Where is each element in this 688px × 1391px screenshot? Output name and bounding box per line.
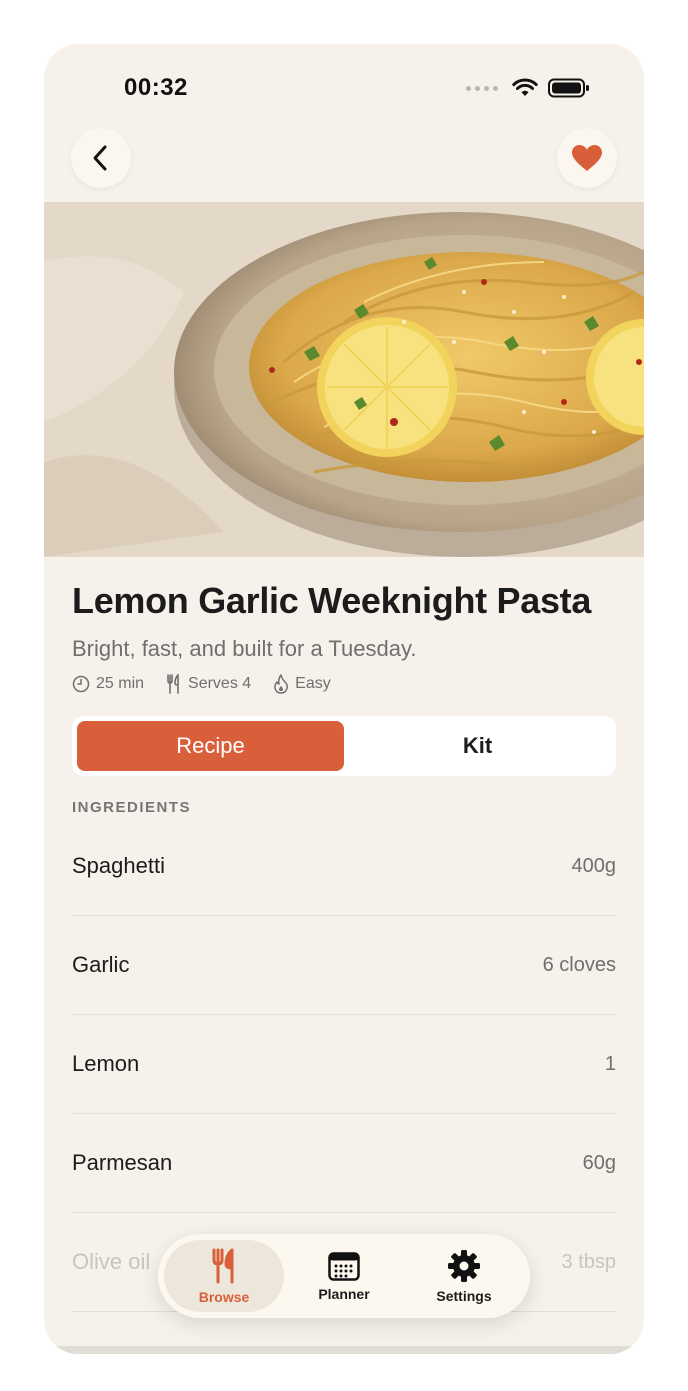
calendar-icon [328, 1251, 360, 1281]
list-item: Spaghetti 400g [72, 817, 616, 916]
bottom-edge [44, 1346, 644, 1354]
gear-icon [448, 1249, 480, 1282]
list-item: Parmesan 60g [72, 1114, 616, 1213]
ingredient-name: Lemon [72, 1051, 140, 1076]
list-item: Garlic 6 cloves [72, 916, 616, 1015]
meta-difficulty: Easy [273, 674, 331, 694]
tab-planner[interactable]: Planner [284, 1240, 404, 1312]
meta-difficulty-label: Easy [295, 675, 331, 692]
tab-browse[interactable]: Browse [164, 1240, 284, 1312]
meta-time-label: 25 min [96, 675, 145, 692]
pasta-bowl-image [44, 202, 644, 557]
status-time: 00:32 [124, 74, 188, 101]
recipe-title: Lemon Garlic Weeknight Pasta [72, 580, 592, 621]
recipe-meta: 25 min Serves 4 Easy [72, 674, 331, 694]
tab-label: Settings [436, 1287, 492, 1304]
heart-icon [572, 145, 602, 171]
favorite-button[interactable] [557, 128, 617, 188]
meta-time: 25 min [72, 674, 144, 694]
ingredient-quantity: 3 tbsp [561, 1250, 616, 1273]
meta-serves-label: Serves 4 [188, 675, 252, 692]
recipe-subtitle: Bright, fast, and built for a Tuesday. [72, 636, 417, 661]
ingredient-name: Parmesan [72, 1150, 173, 1175]
chevron-left-icon [93, 145, 107, 171]
ingredient-quantity: 1 [604, 1052, 616, 1075]
recipe-kit-segmented-control: Recipe Kit [72, 716, 616, 776]
status-icons [466, 78, 590, 98]
ingredient-quantity: 6 cloves [542, 953, 616, 976]
tab-label: Browse [198, 1288, 250, 1305]
ingredient-name: Garlic [72, 952, 130, 977]
signal-dots-icon [466, 85, 498, 91]
wifi-icon [512, 78, 538, 96]
list-item: Lemon 1 [72, 1015, 616, 1114]
flame-icon [274, 674, 289, 694]
battery-icon [548, 78, 589, 98]
ingredients-heading: INGREDIENTS [72, 799, 192, 816]
tab-label: Planner [318, 1285, 370, 1302]
fork-knife-icon [167, 674, 179, 694]
status-bar: 00:32 [44, 44, 644, 124]
ingredient-quantity: 60g [582, 1151, 616, 1174]
meta-serves: Serves 4 [166, 674, 251, 694]
tab-recipe[interactable]: Recipe [77, 721, 344, 771]
tab-settings[interactable]: Settings [404, 1240, 524, 1312]
ingredient-name: Spaghetti [72, 853, 165, 878]
fork-knife-icon [212, 1248, 234, 1283]
phone-screen: 00:32 Lemon Garlic Weeknight Pasta Brigh… [44, 44, 644, 1354]
clock-icon [72, 675, 90, 693]
ingredient-quantity: 400g [571, 854, 617, 877]
bottom-tab-bar: Browse Planner Settings [158, 1234, 530, 1318]
back-button[interactable] [71, 128, 131, 188]
tab-kit[interactable]: Kit [344, 721, 611, 771]
ingredient-name: Olive oil [72, 1249, 151, 1274]
hero-image [44, 202, 644, 557]
